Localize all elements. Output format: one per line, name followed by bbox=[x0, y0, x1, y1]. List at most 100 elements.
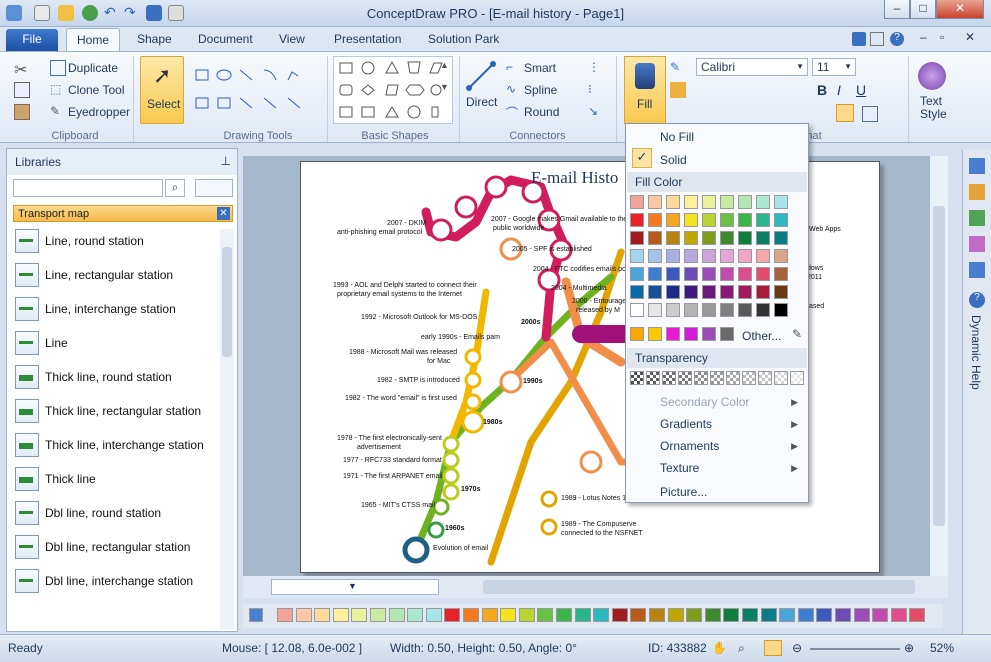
palette-swatch[interactable] bbox=[518, 608, 535, 622]
color-swatch[interactable] bbox=[756, 195, 770, 209]
connector-tool-icon[interactable]: ⋮ bbox=[588, 60, 604, 76]
palette-swatch[interactable] bbox=[853, 608, 870, 622]
menu-other-colors[interactable]: Other... bbox=[742, 329, 781, 343]
direct-button[interactable]: Direct bbox=[466, 95, 497, 109]
menu-ornaments[interactable]: Ornaments bbox=[660, 439, 719, 453]
palette-swatch[interactable] bbox=[630, 608, 647, 622]
palette-swatch[interactable] bbox=[407, 608, 424, 622]
zoom-slider[interactable] bbox=[810, 648, 900, 650]
canvas-area[interactable]: E-mail Histo 2007 - DKIM anti-phishing em… bbox=[243, 156, 948, 576]
palette-swatch[interactable] bbox=[816, 608, 833, 622]
color-swatch[interactable] bbox=[702, 303, 716, 317]
color-swatch[interactable] bbox=[738, 249, 752, 263]
color-swatch[interactable] bbox=[630, 231, 644, 245]
select-button[interactable]: ➚ Select bbox=[140, 56, 184, 124]
palette-swatch[interactable] bbox=[704, 608, 721, 622]
hand-icon[interactable]: ✋ bbox=[712, 641, 727, 655]
clone-tool-button[interactable]: Clone Tool bbox=[68, 83, 124, 97]
ribbon-close-icon[interactable]: ✕ bbox=[965, 30, 975, 44]
tab-solution-park[interactable]: Solution Park bbox=[428, 32, 499, 46]
palette-swatch[interactable] bbox=[611, 608, 628, 622]
library-section-transport[interactable]: Transport map ✕ bbox=[13, 205, 233, 222]
palette-swatch[interactable] bbox=[388, 608, 405, 622]
color-swatch[interactable] bbox=[756, 231, 770, 245]
color-swatch[interactable] bbox=[738, 195, 752, 209]
library-item[interactable]: Thick line, interchange station bbox=[15, 433, 225, 459]
page-selector[interactable]: ▼ bbox=[271, 579, 439, 595]
palette-swatch[interactable] bbox=[425, 608, 442, 622]
shadow-icon[interactable] bbox=[670, 82, 686, 98]
connector-chain-icon[interactable]: ⁝ bbox=[588, 82, 604, 98]
library-item[interactable]: Line, round station bbox=[15, 229, 225, 255]
fill-button[interactable]: Fill bbox=[624, 56, 666, 124]
panel-icon[interactable] bbox=[852, 32, 866, 46]
recent-color-swatch[interactable] bbox=[684, 327, 698, 341]
behaviour-icon[interactable] bbox=[969, 236, 985, 252]
transparency-swatch[interactable] bbox=[726, 371, 740, 385]
cut-icon[interactable]: ✂ bbox=[14, 60, 30, 79]
connector-arrow-icon[interactable]: ↘ bbox=[588, 104, 604, 120]
menu-gradients[interactable]: Gradients bbox=[660, 417, 712, 431]
underline-button[interactable]: U bbox=[856, 82, 866, 98]
layout-icon[interactable] bbox=[870, 32, 884, 46]
color-swatch[interactable] bbox=[684, 195, 698, 209]
color-swatch[interactable] bbox=[630, 267, 644, 281]
palette-swatch[interactable] bbox=[593, 608, 610, 622]
palette-swatch[interactable] bbox=[295, 608, 312, 622]
palette-swatch[interactable] bbox=[872, 608, 889, 622]
spline-button[interactable]: Spline bbox=[524, 83, 557, 97]
palette-swatch[interactable] bbox=[742, 608, 758, 622]
color-swatch[interactable] bbox=[756, 267, 770, 281]
color-swatch[interactable] bbox=[702, 285, 716, 299]
palette-swatch[interactable] bbox=[835, 608, 851, 622]
library-item[interactable]: Thick line, round station bbox=[15, 365, 225, 391]
palette-swatch[interactable] bbox=[463, 608, 479, 622]
color-swatch[interactable] bbox=[774, 195, 788, 209]
library-item[interactable]: Thick line, rectangular station bbox=[15, 399, 225, 425]
smart-button[interactable]: Smart bbox=[524, 61, 556, 75]
palette-swatch[interactable] bbox=[686, 608, 703, 622]
color-swatch[interactable] bbox=[630, 249, 644, 263]
color-swatch[interactable] bbox=[630, 303, 644, 317]
library-view-icon[interactable] bbox=[195, 179, 233, 197]
recent-color-swatch[interactable] bbox=[666, 327, 680, 341]
library-item[interactable]: Dbl line, round station bbox=[15, 501, 225, 527]
palette-swatch[interactable] bbox=[760, 608, 777, 622]
ribbon-min-icon[interactable]: – bbox=[920, 30, 927, 44]
palette-swatch[interactable] bbox=[444, 608, 461, 622]
basic-shapes-gallery[interactable] bbox=[333, 56, 453, 124]
eyedropper-button[interactable]: Eyedropper bbox=[68, 105, 130, 119]
palette-swatch[interactable] bbox=[314, 608, 331, 622]
tab-presentation[interactable]: Presentation bbox=[334, 32, 401, 46]
color-swatch[interactable] bbox=[774, 249, 788, 263]
close-button[interactable]: ✕ bbox=[936, 0, 984, 19]
transparency-swatch[interactable] bbox=[662, 371, 676, 385]
recent-color-swatch[interactable] bbox=[630, 327, 644, 341]
maximize-button[interactable]: □ bbox=[910, 0, 936, 19]
text-style-button[interactable]: Text Style bbox=[920, 95, 956, 121]
color-swatch[interactable] bbox=[666, 249, 680, 263]
palette-swatch[interactable] bbox=[277, 608, 293, 622]
close-section-icon[interactable]: ✕ bbox=[217, 207, 230, 220]
color-swatch[interactable] bbox=[684, 267, 698, 281]
palette-swatch[interactable] bbox=[797, 608, 814, 622]
color-swatch[interactable] bbox=[702, 213, 716, 227]
tab-home[interactable]: Home bbox=[66, 28, 120, 51]
color-swatch[interactable] bbox=[684, 303, 698, 317]
ribbon-restore-icon[interactable]: ▫ bbox=[940, 30, 944, 44]
round-button[interactable]: Round bbox=[524, 105, 559, 119]
palette-swatch[interactable] bbox=[723, 608, 740, 622]
transparency-swatch[interactable] bbox=[646, 371, 660, 385]
color-swatch[interactable] bbox=[630, 195, 644, 209]
zoom-in-icon[interactable]: ⊕ bbox=[904, 641, 914, 655]
color-swatch[interactable] bbox=[738, 267, 752, 281]
color-swatch[interactable] bbox=[684, 213, 698, 227]
zoom-tool-icon[interactable]: ⌕ bbox=[738, 641, 745, 656]
recent-color-swatch[interactable] bbox=[702, 327, 716, 341]
layers-icon[interactable] bbox=[969, 184, 985, 200]
transparency-swatch[interactable] bbox=[678, 371, 692, 385]
palette-swatch[interactable] bbox=[890, 608, 907, 622]
color-swatch[interactable] bbox=[648, 267, 662, 281]
color-swatch[interactable] bbox=[666, 285, 680, 299]
color-swatch[interactable] bbox=[684, 231, 698, 245]
